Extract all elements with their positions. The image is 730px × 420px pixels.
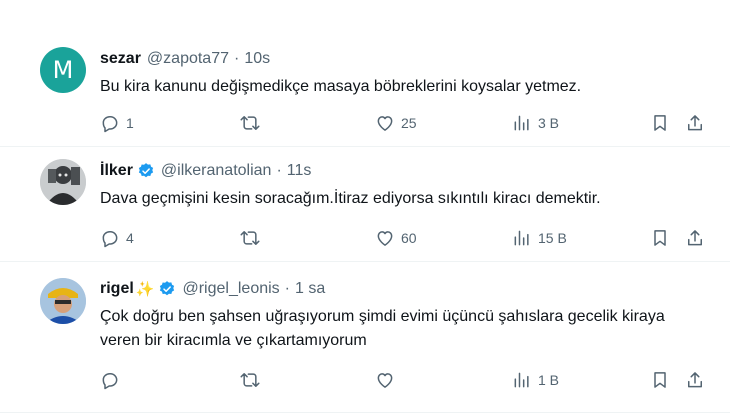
action-bar: 1 25 3 B — [100, 113, 710, 135]
retweet-button[interactable] — [240, 113, 266, 133]
reply-3[interactable]: rigel ✨ @rigel_leonis · 1 sa Çok doğru b… — [0, 262, 730, 412]
share-icon — [685, 113, 705, 133]
reply-icon — [100, 228, 120, 248]
views-button[interactable]: 15 B — [512, 228, 567, 248]
views-count: 1 B — [538, 372, 560, 388]
bookmark-icon — [650, 113, 670, 133]
reply-header: sezar @zapota77 · 10s — [100, 50, 270, 68]
separator-dot: · — [284, 280, 290, 297]
like-icon — [375, 228, 395, 248]
like-icon — [375, 113, 395, 133]
reply-icon — [100, 113, 120, 133]
views-button[interactable]: 1 B — [512, 370, 559, 390]
reply-text: Çok doğru ben şahsen uğraşıyorum şimdi e… — [100, 308, 665, 349]
verified-icon — [138, 163, 154, 178]
share-icon — [685, 228, 705, 248]
retweet-button[interactable] — [240, 370, 266, 390]
like-count: 60 — [401, 230, 417, 246]
avatar-photo — [40, 278, 86, 324]
reply-icon — [100, 370, 120, 390]
author-handle[interactable]: @ilkeranatolian — [161, 162, 272, 180]
like-icon — [375, 370, 395, 390]
reply-count: 4 — [126, 230, 134, 246]
verified-icon — [160, 281, 175, 296]
reply-1[interactable]: M sezar @zapota77 · 10s Bu kira kanunu d… — [0, 40, 730, 145]
views-icon — [512, 113, 532, 133]
action-bar: 4 60 15 B — [100, 228, 710, 250]
bookmark-button[interactable] — [650, 370, 670, 390]
retweet-icon — [240, 370, 260, 390]
like-count: 25 — [401, 115, 417, 131]
reply-button[interactable]: 4 — [100, 228, 134, 248]
retweet-button[interactable] — [240, 228, 266, 248]
author-name[interactable]: rigel — [100, 280, 134, 298]
views-button[interactable]: 3 B — [512, 113, 559, 133]
bookmark-icon — [650, 370, 670, 390]
retweet-icon — [240, 113, 260, 133]
reply-header: İlker @ilkeranatolian · 11s — [100, 162, 311, 180]
like-button[interactable]: 25 — [375, 113, 417, 133]
timestamp[interactable]: 10s — [244, 50, 270, 68]
bookmark-button[interactable] — [650, 228, 670, 248]
share-button[interactable] — [685, 370, 705, 390]
reply-button[interactable] — [100, 370, 126, 390]
separator-dot: · — [276, 162, 282, 179]
bookmark-button[interactable] — [650, 113, 670, 133]
reply-2[interactable]: İlker @ilkeranatolian · 11s Dava geçmişi… — [0, 147, 730, 257]
bookmark-icon — [650, 228, 670, 248]
views-count: 3 B — [538, 115, 560, 131]
timestamp[interactable]: 1 sa — [295, 280, 325, 298]
avatar-photo — [40, 159, 86, 205]
views-icon — [512, 228, 532, 248]
divider — [0, 412, 730, 413]
reply-text: Bu kira kanunu değişmedikçe masaya böbre… — [100, 78, 582, 95]
reply-text: Dava geçmişini kesin soracağım.İtiraz ed… — [100, 190, 601, 207]
share-button[interactable] — [685, 113, 705, 133]
author-name[interactable]: sezar — [100, 50, 141, 68]
views-icon — [512, 370, 532, 390]
views-count: 15 B — [538, 230, 567, 246]
share-button[interactable] — [685, 228, 705, 248]
avatar[interactable]: M — [40, 47, 86, 93]
author-handle[interactable]: @zapota77 — [147, 50, 229, 68]
like-button[interactable]: 60 — [375, 228, 417, 248]
sparkle-emoji: ✨ — [135, 281, 155, 298]
like-button[interactable] — [375, 370, 401, 390]
share-icon — [685, 370, 705, 390]
separator-dot: · — [234, 50, 240, 67]
reply-count: 1 — [126, 115, 134, 131]
avatar[interactable] — [40, 159, 86, 205]
avatar-letter: M — [52, 56, 74, 84]
retweet-icon — [240, 228, 260, 248]
reply-header: rigel ✨ @rigel_leonis · 1 sa — [100, 280, 325, 298]
reply-button[interactable]: 1 — [100, 113, 134, 133]
timestamp[interactable]: 11s — [287, 162, 312, 180]
author-handle[interactable]: @rigel_leonis — [182, 280, 279, 298]
author-name[interactable]: İlker — [100, 162, 133, 180]
avatar[interactable] — [40, 278, 86, 324]
action-bar: 1 B — [100, 370, 710, 392]
